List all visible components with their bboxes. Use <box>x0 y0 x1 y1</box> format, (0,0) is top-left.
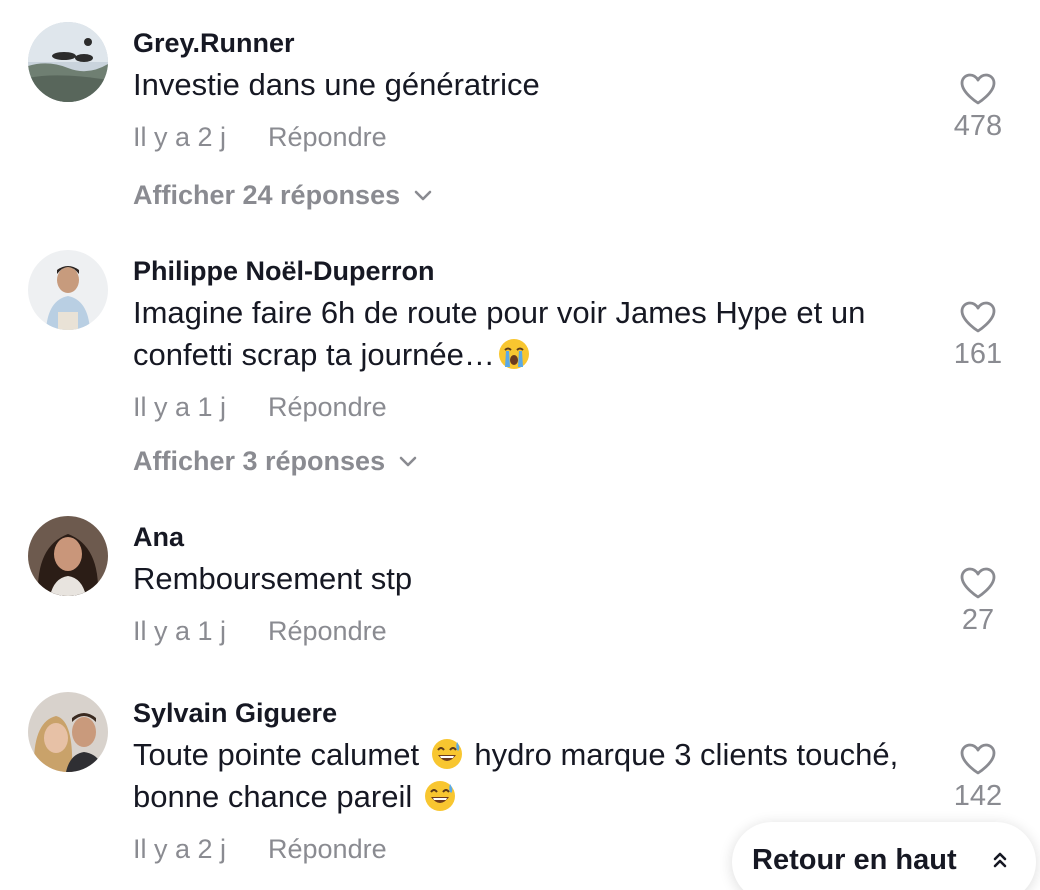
grinning-sweat-face-icon <box>424 781 455 811</box>
loudly-crying-face-icon <box>498 339 529 369</box>
chevron-down-icon <box>414 178 432 209</box>
comments-panel: Grey.Runner Investie dans une génératric… <box>0 0 1040 890</box>
reply-button[interactable]: Répondre <box>268 122 387 153</box>
avatar[interactable] <box>28 250 108 330</box>
heart-icon <box>960 301 996 333</box>
view-replies-button[interactable]: Afficher 3 réponses <box>133 444 417 477</box>
like-button[interactable]: 478 <box>938 72 1018 143</box>
double-chevron-up-icon <box>992 850 1008 875</box>
grinning-sweat-face-icon <box>431 739 462 769</box>
like-button[interactable]: 161 <box>938 300 1018 371</box>
comment-time: Il y a 1 j <box>133 392 227 422</box>
like-button[interactable]: 27 <box>938 566 1018 637</box>
comment-username[interactable]: Sylvain Giguere <box>133 698 337 729</box>
chevron-down-icon <box>399 444 417 475</box>
comment-username[interactable]: Ana <box>133 522 184 553</box>
avatar[interactable] <box>28 692 108 772</box>
like-count: 478 <box>953 110 1003 142</box>
avatar[interactable] <box>28 22 108 102</box>
comment-meta: Il y a 2 j Répondre <box>133 122 387 153</box>
comment-text: Toute pointe calumet hydro marque 3 clie… <box>133 737 899 814</box>
comment-time: Il y a 1 j <box>133 616 227 646</box>
reply-button[interactable]: Répondre <box>268 834 387 865</box>
reply-button[interactable]: Répondre <box>268 392 387 423</box>
comment-username[interactable]: Grey.Runner <box>133 28 295 59</box>
comment-time: Il y a 2 j <box>133 122 227 152</box>
avatar[interactable] <box>28 516 108 596</box>
like-count: 161 <box>953 338 1003 370</box>
comment-meta: Il y a 1 j Répondre <box>133 616 387 647</box>
view-replies-label: Afficher 24 réponses <box>133 180 401 210</box>
reply-button[interactable]: Répondre <box>268 616 387 647</box>
view-replies-button[interactable]: Afficher 24 réponses <box>133 178 432 211</box>
comment-time: Il y a 2 j <box>133 834 227 864</box>
heart-icon <box>960 567 996 599</box>
comment-text: Investie dans une génératrice <box>133 67 540 102</box>
comment-meta: Il y a 2 j Répondre <box>133 834 387 865</box>
back-to-top-label: Retour en haut <box>752 844 957 876</box>
heart-icon <box>960 743 996 775</box>
heart-icon <box>960 73 996 105</box>
back-to-top-button[interactable]: Retour en haut <box>732 822 1036 890</box>
like-count: 27 <box>961 604 995 636</box>
like-button[interactable]: 142 <box>938 742 1018 813</box>
comment-text: Remboursement stp <box>133 561 413 596</box>
like-count: 142 <box>953 780 1003 812</box>
comment-meta: Il y a 1 j Répondre <box>133 392 387 423</box>
comment-text: Imagine faire 6h de route pour voir Jame… <box>133 295 866 372</box>
comment-username[interactable]: Philippe Noël-Duperron <box>133 256 435 287</box>
view-replies-label: Afficher 3 réponses <box>133 446 386 476</box>
